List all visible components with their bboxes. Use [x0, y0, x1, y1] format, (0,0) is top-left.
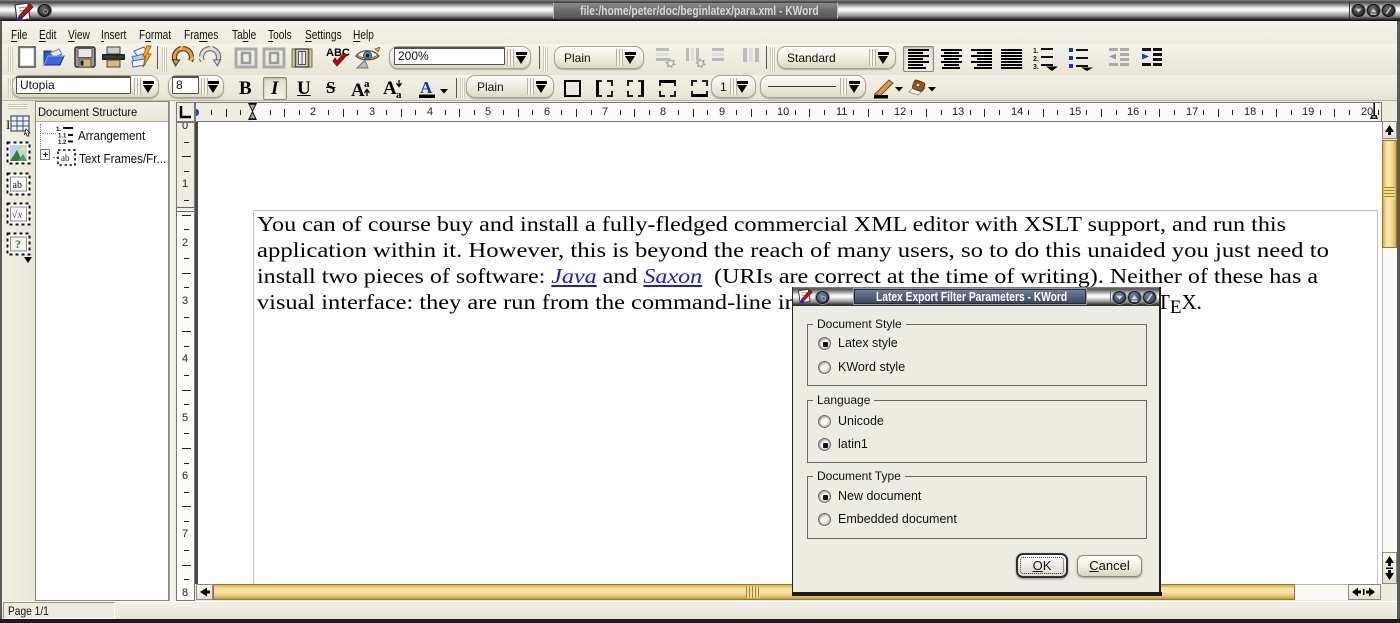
svg-text:1.: 1. — [56, 127, 61, 133]
svg-text:ab: ab — [61, 153, 70, 163]
svg-text:2.: 2. — [1033, 56, 1039, 63]
svg-text:A: A — [420, 78, 433, 97]
svg-text:3.: 3. — [1033, 64, 1039, 71]
svg-text:ab: ab — [13, 180, 22, 191]
svg-text:I: I — [6, 117, 10, 132]
svg-text:ABC: ABC — [326, 47, 350, 59]
svg-text:1.2: 1.2 — [58, 140, 67, 144]
svg-text:√x: √x — [12, 209, 23, 221]
svg-text:?: ? — [15, 237, 21, 251]
svg-text:A: A — [383, 78, 397, 99]
svg-text:a: a — [364, 78, 370, 90]
svg-text:1.1: 1.1 — [58, 134, 67, 140]
svg-text:a: a — [396, 89, 402, 99]
svg-text:1.: 1. — [1033, 48, 1039, 55]
svg-text:A: A — [351, 80, 365, 99]
